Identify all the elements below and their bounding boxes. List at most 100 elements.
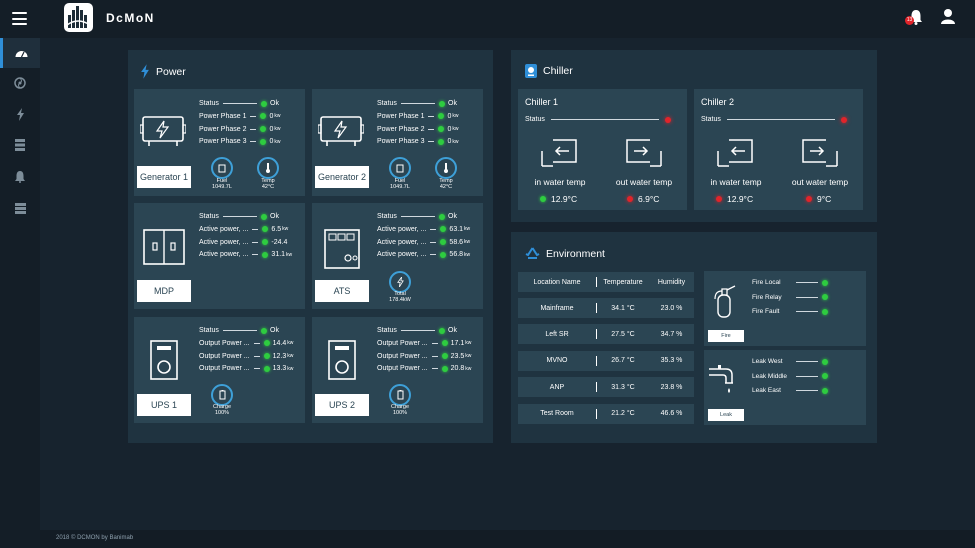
metric-value: 0 [269,138,274,146]
metric-unit: kw [452,113,459,120]
charge-value: 100% [214,410,230,416]
metric-value: 58.6 [449,238,464,246]
humidity-value: 46.6 % [660,410,683,418]
fuel-value: 1049.7L [212,184,232,190]
metric-unit: kw [465,365,472,372]
table-row[interactable]: Left SR 27.5 °C 34.7 % [518,324,694,345]
environment-panel-header: Environment [525,247,605,261]
chiller-1-card[interactable]: Chiller 1 Status in water temp out water… [518,89,687,210]
status-indicator [441,340,448,347]
temperature-value: 26.7 °C [611,357,635,365]
metric-label: Power Phase 3 [199,138,247,146]
metric-row: Status Ok [377,327,457,334]
charge-gauge [211,384,233,406]
metric-unit: kw [452,138,459,145]
metric-row: Status Ok [199,327,279,334]
metric-label: Active power, ... [377,238,427,246]
leak-sensor-row: Leak East [752,387,828,394]
ats-icon [324,229,360,271]
metric-unit: kw [286,251,293,258]
power-panel-header: Power [140,64,186,79]
recycle-icon [525,247,540,259]
dashboard-icon [15,51,28,58]
chiller-2-card[interactable]: Chiller 2 Status in water temp out water… [694,89,863,210]
temperature-value: 34.1 °C [611,304,635,312]
table-row[interactable]: Test Room 21.2 °C 46.6 % [518,403,694,424]
out-water-temp-label: out water temp [615,177,673,187]
chiller-icon [525,64,537,78]
water-tap-icon [708,362,742,400]
metric-row: Active power, ... 31.1 kw [199,251,292,258]
metric-row: Output Power ... 14.4 kw [199,340,293,347]
sidebar-item-dashboard[interactable] [0,38,40,68]
generator-2-label: Generator 2 [315,166,369,188]
sidebar-item-power[interactable] [0,99,40,129]
status-indicator [262,239,269,246]
location-name: Test Room [540,410,574,418]
ups-1-label: UPS 1 [137,394,191,416]
in-water-temp: 12.9°C [716,194,753,204]
humidity-value: 23.0 % [660,304,683,312]
user-icon[interactable] [940,8,956,27]
metric-value: 31.1 [271,251,286,259]
in-water-temp-label: in water temp [710,177,762,187]
sidebar-item-rack[interactable] [0,193,40,223]
sensor-label: Leak West [752,358,783,365]
menu-icon[interactable] [12,12,27,25]
fire-extinguisher-icon [712,283,738,321]
power-panel-title: Power [156,65,186,78]
sidebar-item-alarm[interactable] [0,162,40,192]
metric-row: Output Power ... 13.3 kw [199,365,293,372]
metric-label: Power Phase 1 [377,112,425,120]
temp-gauge [435,157,457,179]
metric-value: 23.5 [450,352,465,360]
chiller-2-title: Chiller 2 [701,97,735,107]
metric-value: Ok [448,327,457,334]
thermometer-icon [444,163,448,173]
leak-sensor-row: Leak West [752,358,828,365]
table-row[interactable]: Mainframe 34.1 °C 23.0 % [518,298,694,318]
status-indicator [261,213,267,220]
metric-row: Status Ok [199,213,279,220]
metric-row: Power Phase 1 0 kw [199,113,281,120]
in-water-temp: 12.9°C [540,194,577,204]
metric-value: -24.4 [271,238,288,246]
metric-label: Power Phase 3 [377,138,425,146]
out-water-temp-label: out water temp [791,177,849,187]
metric-unit: kw [464,251,471,258]
temp-value: 42°C [439,184,453,190]
status-indicator [822,387,828,394]
status-indicator [822,279,828,286]
status-indicator [438,126,445,133]
temperature-value: 27.5 °C [611,330,635,338]
sidebar-item-chiller[interactable] [0,68,40,98]
sensor-label: Fire Local [752,279,781,286]
environment-panel-title: Environment [546,248,605,260]
metric-value: Ok [448,100,457,107]
rack-icon [14,202,26,214]
metric-unit: kw [274,113,281,120]
metric-row: Power Phase 2 0 kw [377,126,459,133]
humidity-value: 35.3 % [660,357,683,365]
metric-value: 56.8 [449,251,464,259]
table-row[interactable]: MVNO 26.7 °C 35.3 % [518,350,694,371]
metric-value: 12.3 [272,352,287,360]
metric-label: Active power, ... [377,225,427,233]
ats-label: ATS [315,280,369,302]
metric-label: Output Power ... [377,352,428,360]
status-indicator [822,358,828,365]
status-indicator [664,116,671,123]
metric-value: 63.1 [449,225,464,233]
lightning-icon [396,277,404,287]
metric-value: Ok [448,213,457,220]
metric-label: Power Phase 2 [199,125,247,133]
table-row[interactable]: ANP 31.3 °C 23.8 % [518,377,694,398]
status-indicator [438,138,445,145]
metric-unit: kw [282,226,289,233]
metric-label: Active power, ... [199,238,249,246]
status-indicator [260,126,267,133]
sidebar-item-server[interactable] [0,130,40,160]
thermometer-icon [266,163,270,173]
status-indicator [440,226,447,233]
status-indicator [840,116,847,123]
